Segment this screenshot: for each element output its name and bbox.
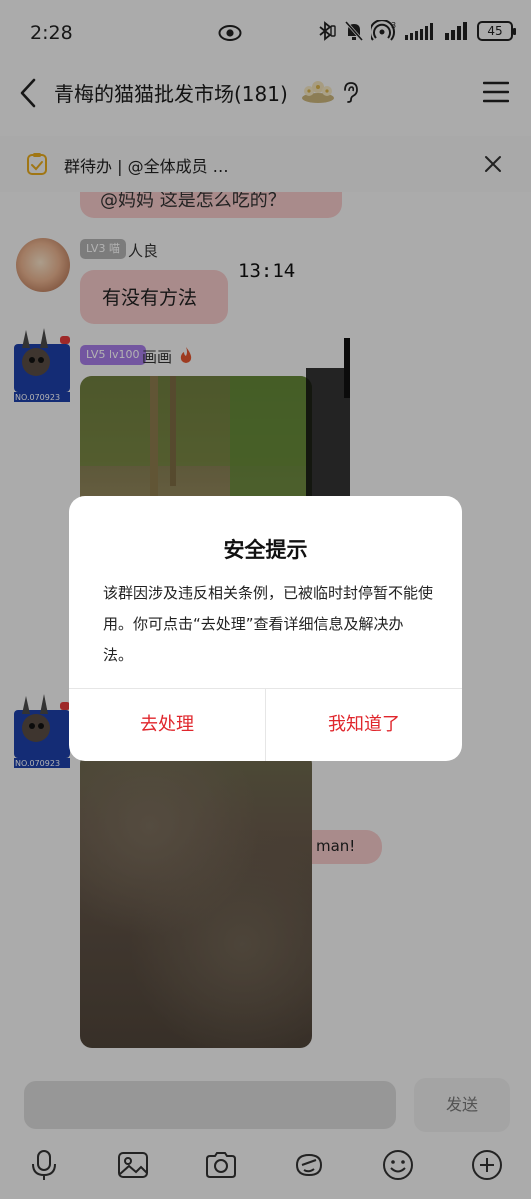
acknowledge-button[interactable]: 我知道了 bbox=[266, 688, 462, 761]
handle-button[interactable]: 去处理 bbox=[69, 688, 265, 761]
dialog-message: 该群因涉及违反相关条例，已被临时封停暂不能使用。你可点击“去处理”查看详细信息及… bbox=[103, 584, 434, 664]
dialog-title: 安全提示 bbox=[223, 538, 308, 562]
chat-screen: 2:28 3 45 青梅的猫猫批发市场(181) 群待办 | @全体成员 … @… bbox=[0, 0, 531, 1199]
security-dialog: 安全提示 该群因涉及违反相关条例，已被临时封停暂不能使用。你可点击“去处理”查看… bbox=[69, 496, 462, 761]
